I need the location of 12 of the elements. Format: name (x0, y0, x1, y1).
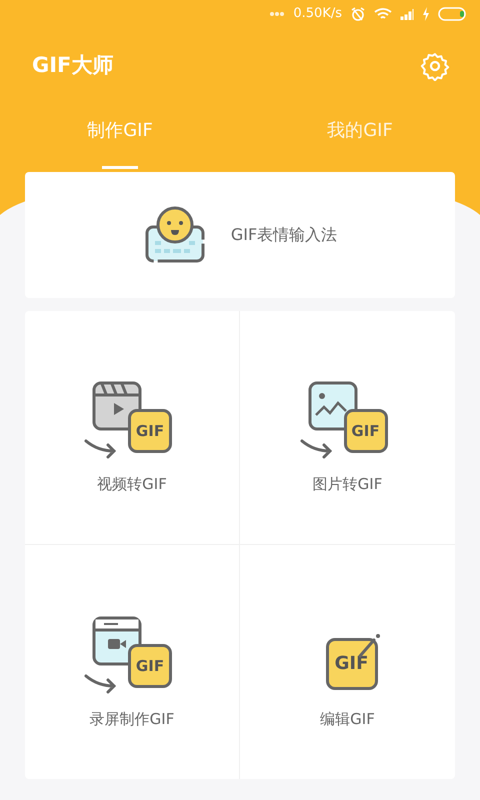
tool-tile[interactable]: GIF 录屏制作GIF (25, 545, 240, 779)
tool-tile[interactable]: GIF 编辑GIF (240, 545, 455, 779)
gif-badge: GIF (128, 644, 172, 688)
gif-badge: GIF (128, 409, 172, 454)
gif-badge: GIF (326, 638, 378, 690)
keyboard-card[interactable]: GIF表情输入法 (25, 172, 455, 298)
app-title: GIF大师 (32, 52, 114, 80)
network-speed: 0.50K/s (293, 5, 342, 24)
gif-badge: GIF (344, 409, 388, 454)
tool-tile[interactable]: GIF 视频转GIF (25, 311, 240, 545)
tool-tile[interactable]: GIF 图片转GIF (240, 311, 455, 545)
keyboard-label: GIF表情输入法 (230, 224, 338, 246)
